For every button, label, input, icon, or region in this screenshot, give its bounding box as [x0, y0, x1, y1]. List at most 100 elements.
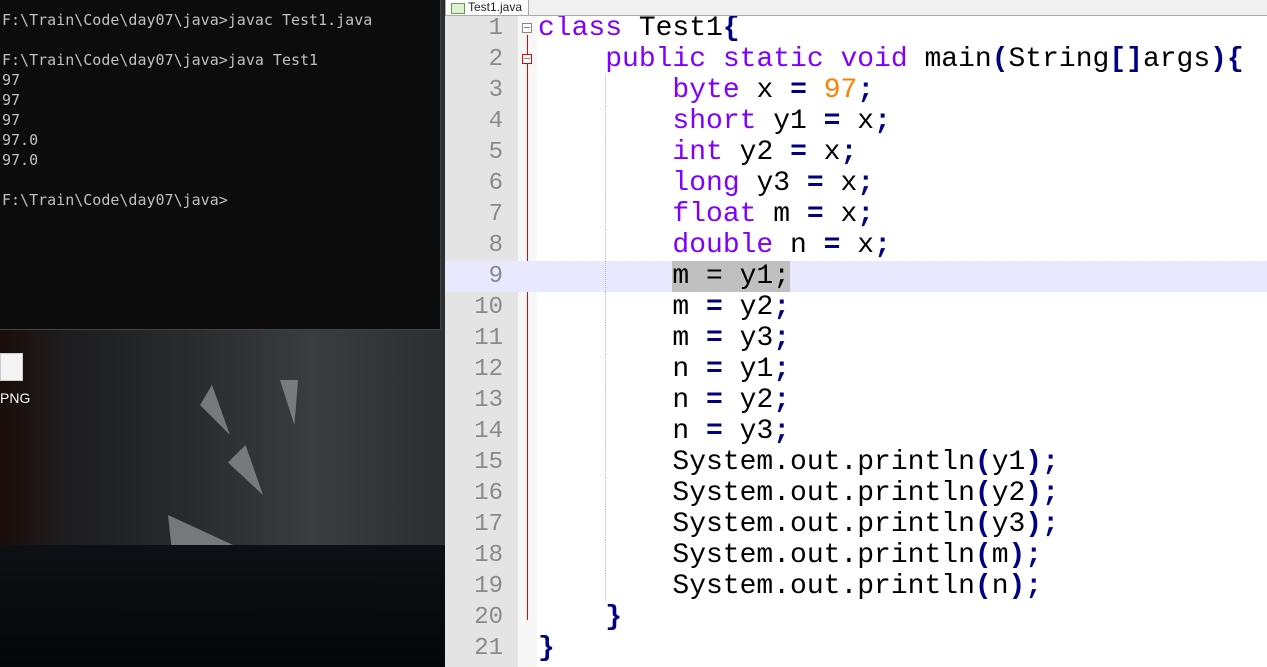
code-token: n — [991, 571, 1009, 602]
code-line[interactable]: 17 System.out.println(y3); — [445, 509, 1267, 540]
code-token: = — [790, 137, 807, 168]
code-token: n — [538, 354, 707, 385]
code-line[interactable]: 12 n = y1; — [445, 354, 1267, 385]
line-number: 10 — [474, 294, 503, 321]
code-line[interactable]: 15 System.out.println(y1); — [445, 447, 1267, 478]
code-area[interactable]: 1 class Test1{2 public static void main(S… — [445, 13, 1267, 664]
line-number: 3 — [488, 77, 503, 104]
code-token: ); — [1008, 540, 1043, 571]
line-number: 9 — [488, 263, 503, 290]
wallpaper-paper — [168, 515, 233, 545]
tab-test1-java[interactable]: Test1.java — [445, 0, 530, 15]
code-line[interactable]: 1 class Test1{ — [445, 13, 1267, 44]
code-token: ; — [857, 168, 875, 199]
code-line[interactable]: 5 int y2 = x; — [445, 137, 1267, 168]
code-text: System.out.println(m); — [538, 540, 1042, 571]
code-text: byte x = 97; — [538, 75, 874, 106]
code-token: short — [672, 106, 757, 137]
code-line[interactable]: 21} — [445, 633, 1267, 664]
code-line[interactable]: 4 short y1 = x; — [445, 106, 1267, 137]
code-token: ; — [857, 199, 875, 230]
code-token: x — [840, 106, 875, 137]
line-number: 16 — [474, 480, 503, 507]
code-text: n = y2; — [538, 385, 790, 416]
terminal-line: F:\Train\Code\day07\java>javac Test1.jav… — [2, 11, 373, 29]
code-token: System.out.println — [538, 447, 975, 478]
code-text: } — [538, 633, 555, 664]
code-line[interactable]: 3 byte x = 97; — [445, 75, 1267, 106]
code-line[interactable]: 7 float m = x; — [445, 199, 1267, 230]
wallpaper-paper — [280, 380, 298, 425]
code-token: = — [823, 230, 841, 261]
code-token: ; — [874, 106, 891, 137]
code-token: args — [1142, 44, 1211, 75]
code-text: m = y1; — [538, 261, 791, 292]
code-token: long — [672, 168, 740, 199]
code-token: = — [706, 385, 723, 416]
code-token: ( — [991, 44, 1009, 75]
code-token: y2 — [722, 385, 774, 416]
code-line[interactable]: 11 m = y3; — [445, 323, 1267, 354]
code-token: x — [840, 230, 875, 261]
code-line[interactable]: 2 public static void main(String[]args){ — [445, 44, 1267, 75]
code-token: m — [538, 323, 707, 354]
fold-toggle-icon[interactable] — [522, 23, 532, 33]
code-text: m = y3; — [538, 323, 790, 354]
code-token: int — [672, 137, 723, 168]
code-line[interactable]: 10 m = y2; — [445, 292, 1267, 323]
png-file-icon[interactable] — [0, 353, 23, 381]
code-text: short y1 = x; — [538, 106, 891, 137]
code-token: System.out.println — [538, 509, 975, 540]
code-text: class Test1{ — [538, 13, 740, 44]
code-line[interactable]: 14 n = y3; — [445, 416, 1267, 447]
code-token: [] — [1109, 44, 1143, 75]
code-line[interactable]: 9 m = y1; — [445, 261, 1267, 292]
terminal-line: 97.0 — [2, 131, 39, 149]
code-line[interactable]: 18 System.out.println(m); — [445, 540, 1267, 571]
line-number: 19 — [474, 573, 503, 600]
code-token: = — [823, 106, 841, 137]
code-token: y2 — [722, 137, 791, 168]
code-token: x — [806, 137, 841, 168]
code-text: n = y3; — [538, 416, 790, 447]
code-token: = — [706, 416, 723, 447]
command-prompt-window[interactable]: F:\Train\Code\day07\java>javac Test1.jav… — [0, 0, 441, 330]
code-line[interactable]: 8 double n = x; — [445, 230, 1267, 261]
wallpaper-paper — [228, 445, 263, 495]
code-text: public static void main(String[]args){ — [538, 44, 1244, 75]
fold-toggle-icon[interactable] — [522, 54, 532, 64]
desktop-icon-label[interactable]: PNG — [0, 390, 30, 406]
notepad-plus-plus-editor[interactable]: 1 class Test1{2 public static void main(S… — [445, 0, 1267, 667]
wallpaper-floor — [0, 545, 445, 667]
code-token: System.out.println — [538, 571, 975, 602]
code-token: public static void — [605, 44, 908, 75]
code-line[interactable]: 20 } — [445, 602, 1267, 633]
line-number: 18 — [474, 542, 503, 569]
code-token: ( — [974, 509, 992, 540]
code-token: x — [823, 168, 858, 199]
code-token: n — [538, 416, 707, 447]
code-token: } — [538, 633, 555, 664]
code-token: m — [991, 540, 1009, 571]
code-token: = — [790, 75, 807, 106]
code-token: = — [806, 168, 824, 199]
code-line[interactable]: 13 n = y2; — [445, 385, 1267, 416]
code-token: double — [672, 230, 774, 261]
code-token: byte — [672, 75, 740, 106]
code-line[interactable]: 19 System.out.println(n); — [445, 571, 1267, 602]
code-line[interactable]: 6 long y3 = x; — [445, 168, 1267, 199]
code-token: ; — [773, 385, 791, 416]
code-token: y3 — [739, 168, 807, 199]
code-text: double n = x; — [538, 230, 890, 261]
code-line[interactable]: 16 System.out.println(y2); — [445, 478, 1267, 509]
code-token: ); — [1025, 509, 1059, 540]
